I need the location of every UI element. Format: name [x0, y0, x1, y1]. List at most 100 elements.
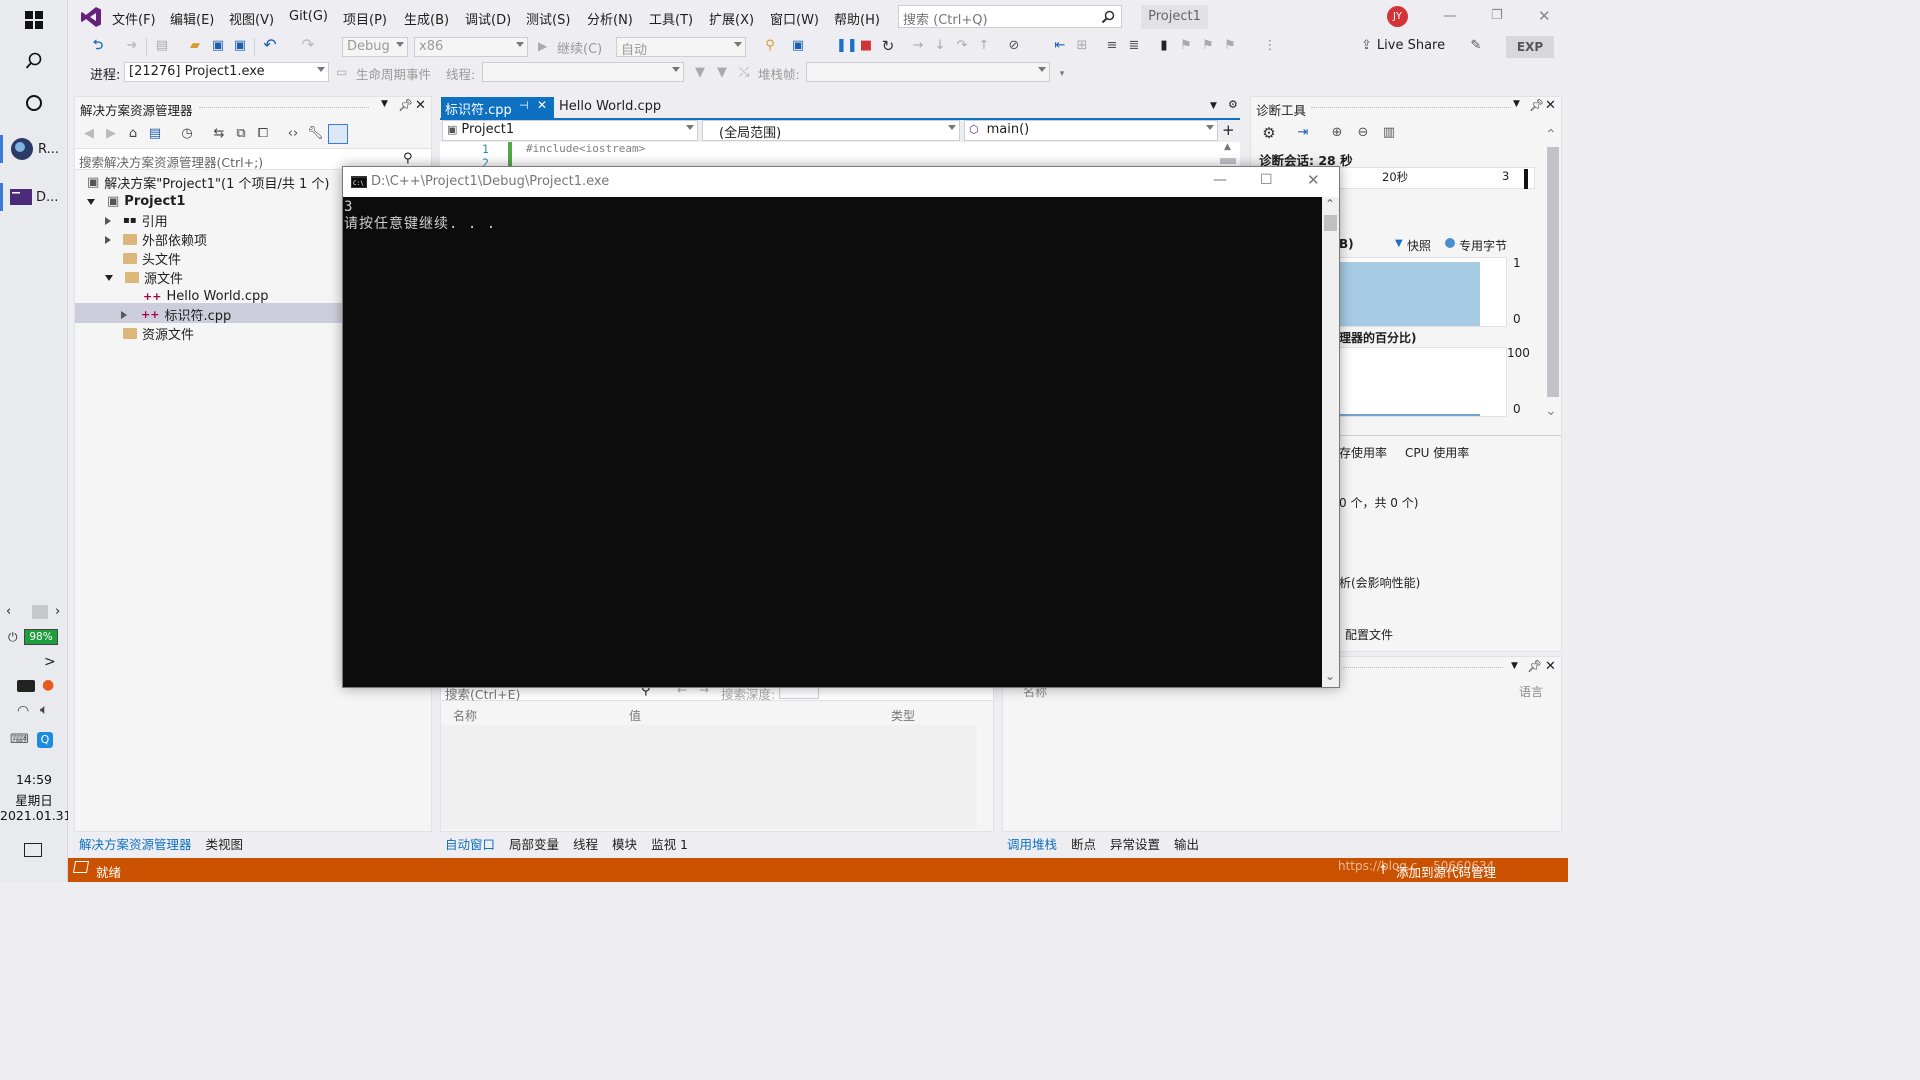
- console-window[interactable]: C:\ D:\C++\Project1\Debug\Project1.exe —…: [342, 166, 1340, 688]
- menu-extensions[interactable]: 扩展(X): [709, 9, 754, 28]
- tab-hello-world-cpp[interactable]: Hello World.cpp: [559, 99, 661, 114]
- project-nav-dropdown[interactable]: ▣ Project1: [442, 120, 698, 141]
- expand-icon[interactable]: [121, 310, 127, 319]
- chart-icon[interactable]: ▥: [1381, 125, 1397, 141]
- scope-nav-dropdown[interactable]: (全局范围): [702, 120, 960, 141]
- pin-icon[interactable]: ⊣: [519, 99, 529, 112]
- pin-icon[interactable]: 📌︎: [1529, 98, 1544, 112]
- tab-breakpoints[interactable]: 断点: [1071, 834, 1096, 854]
- tab-call-stack[interactable]: 调用堆栈: [1007, 834, 1057, 854]
- platform-dropdown[interactable]: x86: [414, 37, 528, 57]
- tree-references[interactable]: ▪▪ 引用: [105, 211, 168, 230]
- live-share-button[interactable]: ⇪ Live Share: [1361, 38, 1445, 53]
- tab-cpu-usage[interactable]: CPU 使用率: [1405, 444, 1469, 461]
- step-into-icon[interactable]: ↓: [932, 38, 948, 54]
- stop-icon[interactable]: ■: [858, 38, 874, 54]
- cpu-graph[interactable]: [1339, 347, 1507, 417]
- back-icon[interactable]: ◀: [81, 126, 97, 142]
- restore-button[interactable]: ❐: [1491, 8, 1503, 23]
- toggle-flag-icon[interactable]: ⤯: [736, 65, 752, 81]
- clock-weekday[interactable]: 星期日: [0, 790, 68, 809]
- sync-icon[interactable]: ⇆: [211, 126, 227, 142]
- browser-icon[interactable]: ▣: [790, 38, 806, 54]
- exp-badge[interactable]: EXP: [1506, 36, 1554, 58]
- tab-modules[interactable]: 模块: [612, 834, 637, 854]
- step-out-icon[interactable]: ↑: [976, 38, 992, 54]
- tree-file-identifier[interactable]: ++ 标识符.cpp: [121, 305, 231, 324]
- column-header-value[interactable]: 值: [629, 707, 641, 724]
- panel-menu-icon[interactable]: ▼: [381, 99, 388, 109]
- auto-dropdown[interactable]: 自动: [616, 37, 746, 57]
- console-output[interactable]: 3 请按任意键继续. . .: [343, 197, 1323, 687]
- settings-icon[interactable]: ⚙: [1228, 98, 1238, 111]
- scroll-up-icon[interactable]: ▲: [1224, 142, 1231, 152]
- notification-icon[interactable]: [24, 843, 42, 857]
- scroll-thumb[interactable]: [1547, 147, 1559, 397]
- ime-icon[interactable]: ⌨︎: [10, 732, 29, 747]
- windows-start-icon[interactable]: [0, 8, 68, 32]
- tab-watch-1[interactable]: 监视 1: [651, 834, 688, 854]
- scroll-thumb[interactable]: [32, 605, 48, 619]
- flag-filter-icon[interactable]: ▼: [714, 65, 730, 81]
- show-next-statement-icon[interactable]: →: [910, 38, 926, 54]
- code-editor[interactable]: 1 2 #include<iostream> ▲: [440, 142, 1240, 170]
- member-nav-dropdown[interactable]: ⬡ main(): [964, 120, 1218, 141]
- tab-exception-settings[interactable]: 异常设置: [1110, 834, 1160, 854]
- home-icon[interactable]: ⌂: [125, 126, 141, 142]
- menu-git[interactable]: Git(G): [289, 9, 328, 24]
- show-threads-icon[interactable]: ⇤: [1052, 38, 1068, 54]
- wifi-icon[interactable]: ◠: [17, 703, 29, 719]
- user-avatar[interactable]: JY: [1387, 6, 1408, 27]
- clock-date[interactable]: 2021.01.31: [0, 808, 72, 823]
- indent-icon[interactable]: ≡: [1104, 38, 1120, 54]
- tree-resource-files[interactable]: 资源文件: [123, 324, 194, 343]
- close-icon[interactable]: ✕: [1545, 98, 1556, 113]
- back-icon[interactable]: ⮌: [90, 38, 106, 54]
- profile-link[interactable]: 配置文件: [1345, 626, 1393, 643]
- undo-icon[interactable]: ↶: [262, 37, 278, 53]
- find-icon[interactable]: ⚲: [762, 38, 778, 54]
- chevron-left-icon[interactable]: ‹: [6, 604, 11, 619]
- maximize-button[interactable]: ☐: [1260, 172, 1273, 188]
- menu-window[interactable]: 窗口(W): [770, 9, 819, 28]
- stack-icon[interactable]: ⊞: [1074, 38, 1090, 54]
- search-icon[interactable]: [0, 48, 68, 74]
- tab-output[interactable]: 输出: [1174, 834, 1199, 854]
- scroll-down-icon[interactable]: ⌄: [1325, 669, 1335, 683]
- column-header-language[interactable]: 语言: [1519, 683, 1543, 700]
- redo-icon[interactable]: ↷: [300, 37, 316, 53]
- show-all-files-icon[interactable]: ⧠: [255, 126, 271, 142]
- comment-icon[interactable]: ≣: [1126, 38, 1142, 54]
- collapse-icon[interactable]: [105, 274, 113, 281]
- search-input[interactable]: 搜索 (Ctrl+Q): [903, 9, 988, 28]
- stack-frame-dropdown[interactable]: [806, 62, 1050, 82]
- battery-indicator[interactable]: ⏻ 98%: [8, 628, 60, 646]
- export-icon[interactable]: ⇥: [1295, 125, 1311, 141]
- volume-icon[interactable]: 🔈︎: [40, 702, 48, 718]
- menu-debug[interactable]: 调试(D): [465, 9, 511, 28]
- chevron-right-icon[interactable]: ›: [55, 604, 60, 619]
- menu-help[interactable]: 帮助(H): [834, 9, 880, 28]
- menu-project[interactable]: 项目(P): [343, 9, 387, 28]
- console-scrollbar[interactable]: ⌃ ⌄: [1322, 197, 1339, 687]
- minimize-button[interactable]: —: [1443, 8, 1457, 24]
- toolbar-options-icon[interactable]: ⋮: [1262, 38, 1278, 54]
- menu-view[interactable]: 视图(V): [229, 9, 274, 28]
- split-icon[interactable]: +: [1222, 121, 1235, 139]
- memory-graph[interactable]: [1339, 257, 1507, 327]
- clear-bookmarks-icon[interactable]: ⚑: [1222, 38, 1238, 54]
- open-folder-icon[interactable]: ▰: [187, 38, 203, 54]
- pending-changes-icon[interactable]: ◷: [179, 126, 195, 142]
- close-button[interactable]: ✕: [1538, 7, 1551, 25]
- scroll-down-icon[interactable]: ⌄: [1545, 403, 1557, 419]
- save-icon[interactable]: ▣: [210, 38, 226, 54]
- menu-file[interactable]: 文件(F): [112, 9, 156, 28]
- tab-autos[interactable]: 自动窗口: [445, 834, 495, 854]
- pin-icon[interactable]: 📌︎: [1527, 659, 1542, 673]
- tree-external-deps[interactable]: 外部依赖项: [105, 230, 207, 249]
- taskbar-app-browser[interactable]: R...: [0, 131, 68, 167]
- next-bookmark-icon[interactable]: ⚑: [1200, 38, 1216, 54]
- column-header-type[interactable]: 类型: [891, 707, 915, 724]
- clock-time[interactable]: 14:59: [0, 772, 68, 787]
- menu-build[interactable]: 生成(B): [404, 9, 449, 28]
